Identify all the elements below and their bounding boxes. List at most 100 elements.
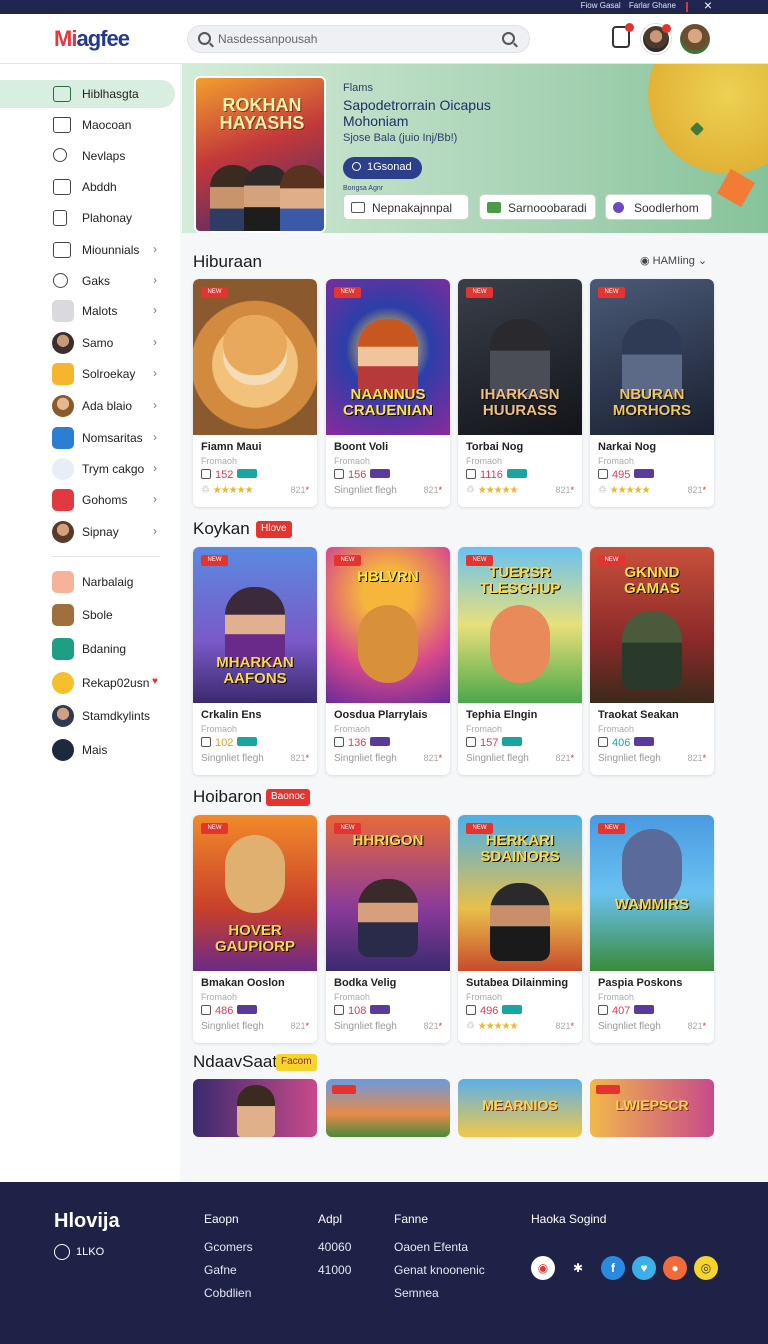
- search-input[interactable]: Nasdessanpousah: [218, 32, 317, 46]
- language-selector[interactable]: 1LKO: [54, 1244, 104, 1260]
- hero-pill[interactable]: Sarnooobaradi: [479, 194, 596, 220]
- star-icon[interactable]: ✱: [566, 1256, 590, 1280]
- card-footer: Singnliet flegh 821*: [466, 753, 574, 764]
- hero-search-button[interactable]: 1Gsonad: [343, 157, 422, 179]
- avatar[interactable]: [680, 24, 710, 54]
- game-card[interactable]: NEW HHRIGON Bodka Velig Fromaoh 108 Sing…: [326, 815, 450, 1043]
- game-card[interactable]: NEW IHARKASN HUURASS Torbai Nog Fromaoh …: [458, 279, 582, 507]
- card-title: Sutabea Dilainming: [466, 977, 569, 989]
- sidebar-item-stamdkylints[interactable]: Stamdkylints: [0, 702, 176, 730]
- sidebar-item-narbalaig[interactable]: Narbalaig: [0, 568, 176, 596]
- game-card[interactable]: NEW Fiamn Maui Fromaoh 152 ♲ ★★★★★ 821*: [193, 279, 317, 507]
- tag-badge: NEW: [598, 823, 625, 834]
- footer-link[interactable]: Genat knoonenic: [394, 1263, 485, 1277]
- game-card[interactable]: NEW MHARKAN AAFONS Crkalin Ens Fromaoh 1…: [193, 547, 317, 775]
- footer-link[interactable]: 40060: [318, 1240, 351, 1254]
- footer-link[interactable]: Semnea: [394, 1286, 485, 1300]
- sidebar-item-ada-blaio[interactable]: Ada blaio ›: [0, 392, 176, 420]
- app-icon[interactable]: ◉: [531, 1256, 555, 1280]
- top-strip: Fiow Gasal Farlar Ghane ×: [0, 0, 768, 14]
- footer-link[interactable]: Gafne: [204, 1263, 253, 1277]
- close-icon[interactable]: ×: [704, 0, 712, 13]
- globe-icon: [54, 1244, 70, 1260]
- card-title: Narkai Nog: [598, 441, 657, 453]
- card-count: 496: [480, 1005, 499, 1017]
- chevron-right-icon: ›: [153, 303, 157, 317]
- hero-small-text: Bongsa Agnr: [343, 185, 384, 192]
- bag-icon: [201, 1005, 211, 1015]
- game-banner[interactable]: [193, 1079, 317, 1137]
- notification-icon[interactable]: [612, 23, 634, 48]
- search-icon[interactable]: [502, 32, 515, 45]
- bag-icon: [466, 469, 476, 479]
- sidebar-item-sbole[interactable]: Sbole: [0, 601, 176, 629]
- logo[interactable]: Miagfee: [54, 26, 130, 52]
- top-link[interactable]: Farlar Ghane: [629, 1, 676, 10]
- game-banner[interactable]: [326, 1079, 450, 1137]
- hero-pill[interactable]: Nepnakajnnpal: [343, 194, 469, 220]
- game-card[interactable]: NEW HBLVRN Oosdua Plarrylais Fromaoh 136…: [326, 547, 450, 775]
- card-subtitle: Fromaoh: [334, 456, 371, 466]
- card-art: NEW NBURAN MORHORS: [590, 279, 714, 435]
- chat-icon[interactable]: ●: [663, 1256, 687, 1280]
- sidebar-item-trym-cakgo[interactable]: Trym cakgo ›: [0, 455, 176, 483]
- sidebar-item-bdaning[interactable]: Bdaning: [0, 635, 176, 663]
- section-title: Hiburaan: [193, 252, 262, 271]
- sidebar-item-nevlaps[interactable]: Nevlaps: [0, 142, 176, 170]
- game-card[interactable]: NEW TUERSR TLESCHUP Tephia Elngin Fromao…: [458, 547, 582, 775]
- game-card[interactable]: NEW GKNND GAMAS Traokat Seakan Fromaoh 4…: [590, 547, 714, 775]
- tag-badge: NEW: [598, 287, 625, 298]
- footer-logo[interactable]: Hlovija: [54, 1210, 120, 1233]
- game-card[interactable]: NEW NBURAN MORHORS Narkai Nog Fromaoh 49…: [590, 279, 714, 507]
- sidebar-item-abddh[interactable]: Abddh: [0, 173, 176, 201]
- footer-link[interactable]: Cobdlien: [204, 1286, 253, 1300]
- sidebar-item-label: Abddh: [82, 180, 117, 194]
- decorative-shape: [716, 168, 756, 208]
- game-card[interactable]: NEW HERKARI SDAINORS Sutabea Dilainming …: [458, 815, 582, 1043]
- card-count: 406: [612, 737, 631, 749]
- card-stat: 102: [201, 737, 258, 749]
- sidebar-item-sipnay[interactable]: Sipnay ›: [0, 518, 176, 546]
- sidebar-item-solroekay[interactable]: Solroekay ›: [0, 360, 176, 388]
- sidebar-item-gohoms[interactable]: Gohoms ›: [0, 486, 176, 514]
- game-card[interactable]: NEW WAMMIRS Paspia Poskons Fromaoh 407 S…: [590, 815, 714, 1043]
- game-card[interactable]: NEW HOVER GAUPIORP Bmakan Ooslon Fromaoh…: [193, 815, 317, 1043]
- game-banner[interactable]: MEARNIOS: [458, 1079, 582, 1137]
- top-link[interactable]: Fiow Gasal: [581, 1, 621, 10]
- snapchat-icon[interactable]: ◎: [694, 1256, 718, 1280]
- sort-dropdown[interactable]: ◉ HAMIing ⌄: [640, 254, 707, 267]
- sidebar-item-malots[interactable]: Malots ›: [0, 297, 176, 325]
- hero-poster[interactable]: ROKHAN HAYASHS: [194, 76, 326, 233]
- game-banner[interactable]: LWIEPSCR: [590, 1079, 714, 1137]
- sidebar-item-maocoan[interactable]: Maocoan: [0, 111, 176, 139]
- sidebar-item-samo[interactable]: Samo ›: [0, 329, 176, 357]
- decorative-shape: [648, 64, 768, 174]
- sidebar-item-rekap[interactable]: Rekap02usn ♥: [0, 669, 176, 697]
- character: [237, 1085, 275, 1137]
- chip: [237, 1005, 258, 1014]
- game-card[interactable]: NEW NAANNUS CRAUENIAN Boont Voli Fromaoh…: [326, 279, 450, 507]
- sidebar-item-gaks[interactable]: Gaks ›: [0, 267, 176, 295]
- footer-link[interactable]: 41000: [318, 1263, 351, 1277]
- bag-icon: [598, 737, 608, 747]
- footer-link[interactable]: Gcomers: [204, 1240, 253, 1254]
- facebook-icon[interactable]: f: [601, 1256, 625, 1280]
- sidebar-item-nomsaritas[interactable]: Nomsaritas ›: [0, 424, 176, 452]
- sidebar-item-plahonay[interactable]: Plahonay: [0, 204, 176, 232]
- image-icon: [351, 202, 365, 213]
- card-subtitle: Fromaoh: [598, 992, 635, 1002]
- sidebar-item-miounnials[interactable]: Miounnials ›: [0, 236, 176, 264]
- card-meta: Singnliet flegh: [466, 753, 529, 764]
- avatar[interactable]: [641, 24, 671, 54]
- footer-link[interactable]: Oaoen Efenta: [394, 1240, 485, 1254]
- card-art-title: IHARKASN HUURASS: [480, 386, 560, 419]
- card-count: 407: [612, 1005, 631, 1017]
- search-bar[interactable]: Nasdessanpousah: [187, 25, 530, 53]
- sidebar-item-hiblhasgta[interactable]: Hiblhasgta: [0, 80, 175, 108]
- sidebar-item-mais[interactable]: Mais: [0, 736, 176, 764]
- drop-icon: [52, 458, 74, 480]
- card-art-title: HERKARI SDAINORS: [480, 832, 560, 865]
- twitter-icon[interactable]: ♥: [632, 1256, 656, 1280]
- search-icon: [198, 32, 211, 45]
- hero-pill[interactable]: Soodlerhom: [605, 194, 712, 220]
